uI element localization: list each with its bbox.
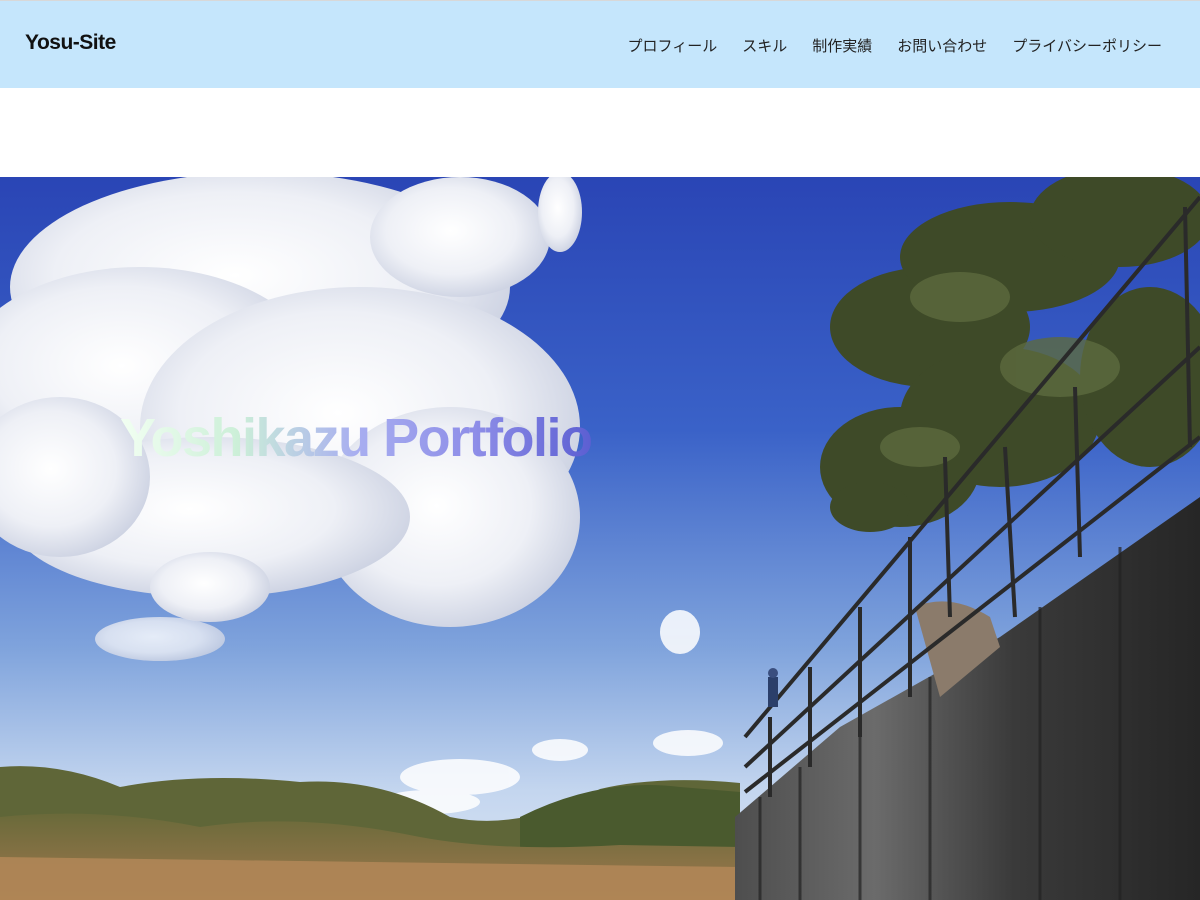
- nav-item-profile[interactable]: プロフィール: [628, 35, 718, 56]
- nav-item-skills[interactable]: スキル: [742, 35, 787, 56]
- site-logo[interactable]: Yosu-Site: [25, 31, 116, 55]
- hero-image: [0, 177, 1200, 900]
- hero-title: Yoshikazu Portfolio: [120, 408, 593, 468]
- hero-section: Yoshikazu Portfolio: [0, 177, 1200, 900]
- nav-item-contact[interactable]: お問い合わせ: [897, 35, 987, 56]
- nav-item-privacy-policy[interactable]: プライバシーポリシー: [1012, 35, 1162, 56]
- main-nav: プロフィール スキル 制作実績 お問い合わせ プライバシーポリシー: [628, 35, 1162, 56]
- site-header: Yosu-Site プロフィール スキル 制作実績 お問い合わせ プライバシーポ…: [0, 0, 1200, 88]
- nav-item-works[interactable]: 制作実績: [812, 35, 872, 56]
